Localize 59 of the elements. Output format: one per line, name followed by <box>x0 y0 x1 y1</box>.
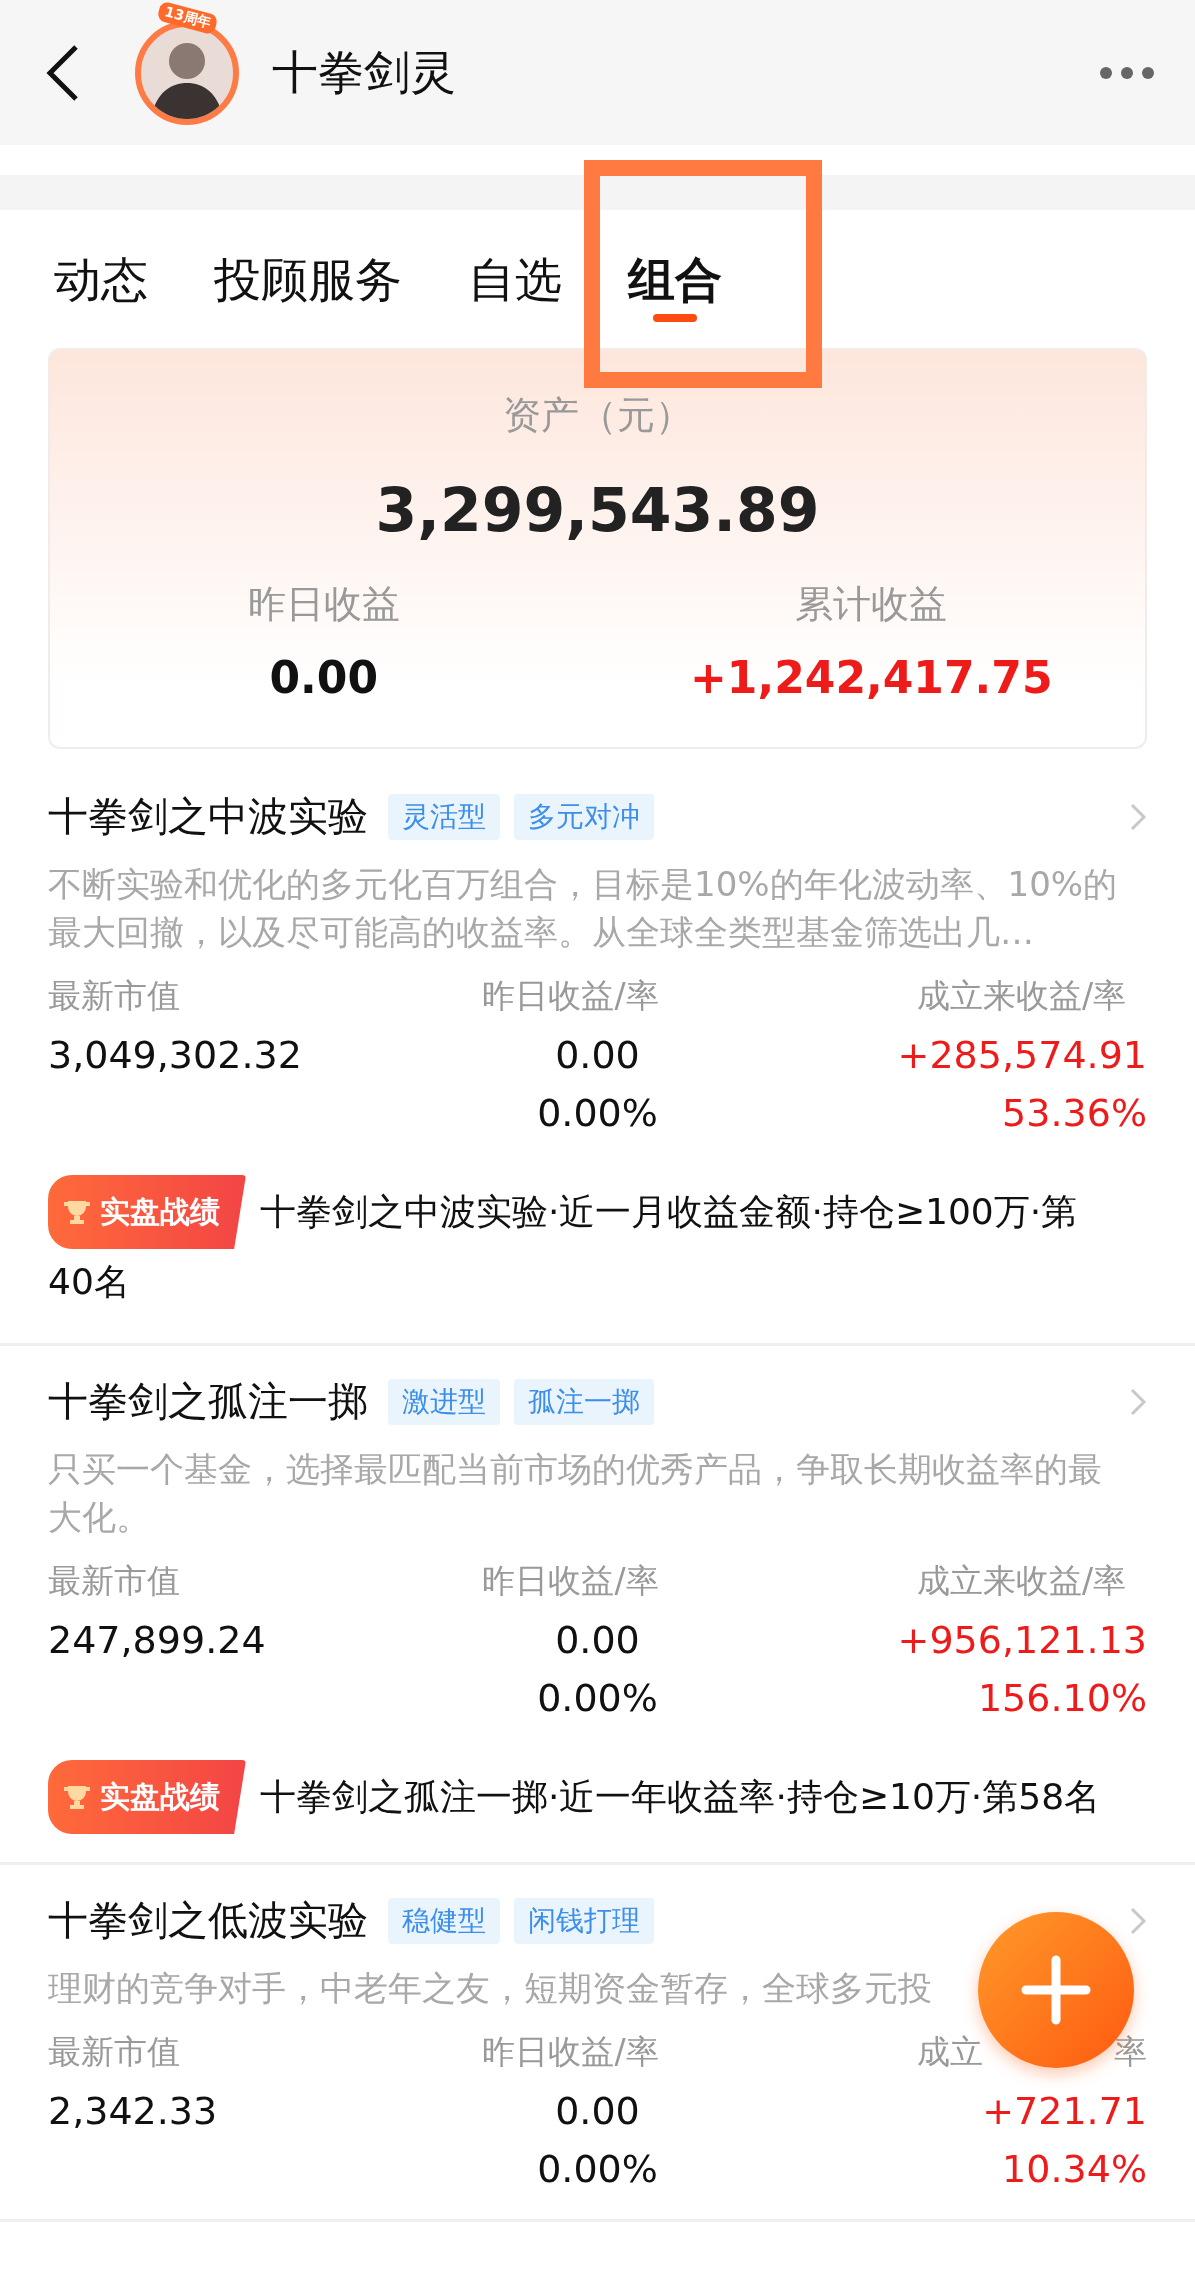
portfolio-description: 不断实验和优化的多元化百万组合，目标是10%的年化波动率、10%的最大回撤，以及尽可能高的收益率。从全球全类型基金筛选出几… <box>48 863 1119 954</box>
stat-label: 累计收益 <box>795 581 948 628</box>
stat-value: +721.71 <box>982 2089 1147 2133</box>
tag: 闲钱打理 <box>514 1897 654 1944</box>
asset-label: 资产（元） <box>502 392 693 439</box>
stat-value: 53.36% <box>1002 1091 1147 1135</box>
stat-label: 成立来收益/率 <box>917 975 1127 1017</box>
stat-label: 昨日收益/率 <box>482 975 659 1017</box>
stat-label: 成立 <box>917 2031 983 2073</box>
stat-value: 0.00% <box>537 2147 658 2191</box>
portfolio-name[interactable]: 十拳剑之低波实验 <box>48 1893 368 1948</box>
ranking-text: 十拳剑之中波实验·近一月收益金额·持仓≥100万·第 <box>260 1190 1078 1234</box>
stat-value: 247,899.24 <box>48 1618 266 1662</box>
tab[interactable]: 动态 <box>54 230 148 330</box>
stat-value: +285,574.91 <box>897 1033 1147 1077</box>
stat-label: 昨日收益/率 <box>482 1560 659 1602</box>
stat-value: 0.00% <box>537 1676 658 1720</box>
stat-label: 最新市值 <box>48 2031 180 2073</box>
ranking-text: 40名 <box>48 1260 130 1304</box>
asset-value: 3,299,543.89 <box>375 475 820 545</box>
portfolio-name[interactable]: 十拳剑之孤注一掷 <box>48 1374 368 1429</box>
stat-label: 最新市值 <box>48 1560 180 1602</box>
stat-label: 昨日收益/率 <box>482 2031 659 2073</box>
stat-label: 昨日收益 <box>247 581 400 628</box>
tag: 激进型 <box>388 1378 500 1425</box>
record-badge: 实盘战绩 <box>48 1175 246 1249</box>
stat-value: 3,049,302.32 <box>48 1033 302 1077</box>
tag: 孤注一掷 <box>514 1378 654 1425</box>
stat-value: 0.00 <box>269 652 379 703</box>
tab[interactable]: 自选 <box>468 230 562 330</box>
ranking-text: 十拳剑之孤注一掷·近一年收益率·持仓≥10万·第58名 <box>260 1775 1101 1819</box>
record-badge: 实盘战绩 <box>48 1760 246 1834</box>
portfolio-name[interactable]: 十拳剑之中波实验 <box>48 789 368 844</box>
plus-icon <box>1020 1954 1092 2026</box>
tag: 灵活型 <box>388 793 500 840</box>
stat-value: 10.34% <box>1002 2147 1147 2191</box>
stat-label: 最新市值 <box>48 975 180 1017</box>
stat-value: +1,242,417.75 <box>689 652 1053 703</box>
portfolio-description: 只买一个基金，选择最匹配当前市场的优秀产品，争取长期收益率的最大化。 <box>48 1448 1103 1539</box>
tab[interactable]: 投顾服务 <box>214 230 402 330</box>
tag: 多元对冲 <box>514 793 654 840</box>
tag: 稳健型 <box>388 1897 500 1944</box>
tab[interactable]: 组合 <box>628 230 722 330</box>
stat-value: 0.00 <box>555 1033 640 1077</box>
stat-value: 2,342.33 <box>48 2089 218 2133</box>
back-icon[interactable] <box>44 42 80 103</box>
portfolio-description: 理财的竞争对手，中老年之友，短期资金暂存，全球多元投 <box>48 1967 932 2010</box>
stat-value: +956,121.13 <box>897 1618 1147 1662</box>
stat-label: 率 <box>1114 2031 1147 2073</box>
stat-value: 0.00 <box>555 1618 640 1662</box>
profile-name: 十拳剑灵 <box>272 43 457 101</box>
chevron-right-icon[interactable] <box>1129 801 1147 832</box>
more-icon[interactable] <box>1099 65 1155 80</box>
chevron-right-icon[interactable] <box>1129 1386 1147 1417</box>
stat-label: 成立来收益/率 <box>917 1560 1127 1602</box>
stat-value: 0.00% <box>537 1091 658 1135</box>
stat-value: 0.00 <box>555 2089 640 2133</box>
stat-value: 156.10% <box>977 1676 1147 1720</box>
chevron-right-icon[interactable] <box>1129 1905 1147 1936</box>
